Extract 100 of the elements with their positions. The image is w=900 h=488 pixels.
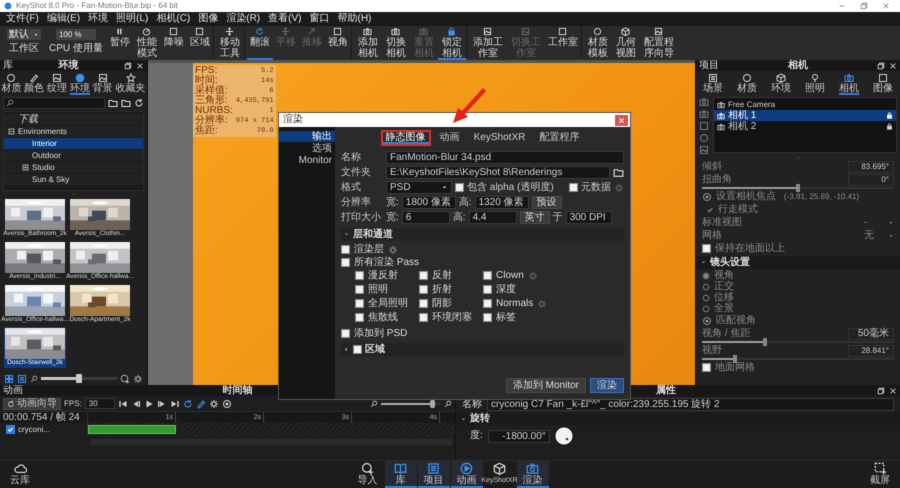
checkbox[interactable]	[483, 299, 492, 308]
checkbox[interactable]	[355, 313, 364, 322]
nav-item[interactable]: 输出	[279, 131, 335, 142]
dock-button[interactable]: 导入	[352, 461, 384, 488]
dock-button[interactable]: 动画	[450, 461, 482, 488]
degree-field[interactable]: -1800.00°	[488, 430, 550, 442]
radio-button[interactable]	[702, 282, 710, 290]
wizard-button[interactable]: 动画向导	[3, 398, 61, 410]
tab[interactable]: 环境	[70, 71, 90, 95]
list-icon[interactable]	[17, 374, 27, 384]
tab[interactable]: 收藏夹	[116, 71, 146, 95]
tab[interactable]: 场景	[703, 71, 723, 95]
format-dropdown[interactable]: PSD	[386, 181, 452, 194]
tab[interactable]: 配置程序	[534, 130, 584, 146]
checkbox[interactable]	[569, 183, 578, 192]
slider-thumb[interactable]	[430, 400, 435, 408]
toolbar-button[interactable]: 材质模板	[584, 26, 612, 60]
tab[interactable]: 相机	[839, 71, 859, 95]
list-item[interactable]: 相机 2	[714, 121, 896, 132]
list-item[interactable]: Free Camera	[714, 99, 896, 110]
restore-icon[interactable]	[124, 62, 132, 70]
settings-icon[interactable]	[133, 374, 143, 384]
menu-item[interactable]: 帮助(H)	[337, 12, 372, 24]
checkbox[interactable]	[355, 299, 364, 308]
height-field[interactable]: 4.4	[468, 211, 517, 224]
slider-thumb[interactable]	[763, 338, 768, 346]
toolbar-button[interactable]: 配置程序向导	[640, 26, 678, 60]
checkbox[interactable]	[353, 345, 362, 354]
checkbox[interactable]	[6, 425, 15, 434]
tab[interactable]: 静态图像	[380, 130, 431, 146]
slider-track[interactable]	[41, 377, 117, 380]
checkbox[interactable]	[483, 285, 492, 294]
toolbar-button[interactable]: 切换相机	[382, 26, 410, 60]
caret-right-icon[interactable]	[343, 346, 350, 353]
toolbar-button[interactable]: 几何视图	[612, 26, 640, 60]
target-icon[interactable]	[702, 192, 712, 202]
workspace-dropdown[interactable]: 默认	[7, 29, 41, 40]
height-field[interactable]: 1320 像素	[474, 196, 529, 209]
checkbox[interactable]	[702, 244, 711, 253]
settings-icon[interactable]	[208, 398, 219, 408]
checkbox[interactable]	[419, 313, 428, 322]
section-header[interactable]: 层和通道	[341, 228, 624, 241]
dock-button[interactable]: 截屏	[860, 461, 900, 488]
checkbox[interactable]	[341, 245, 350, 254]
checkbox[interactable]	[419, 271, 428, 280]
tab[interactable]: 照明	[805, 71, 825, 95]
checkbox[interactable]	[702, 363, 711, 372]
menu-item[interactable]: 编辑(E)	[46, 12, 80, 24]
dropdown[interactable]: 无	[864, 230, 894, 242]
checkbox[interactable]	[355, 285, 364, 294]
tab[interactable]: 材质	[737, 71, 757, 95]
menu-item[interactable]: 渲染(R)	[226, 12, 260, 24]
tree-item[interactable]: Outdoor	[4, 150, 143, 161]
preset-button[interactable]: 预设	[532, 196, 562, 209]
dock-button[interactable]: 云库	[0, 461, 40, 488]
width-field[interactable]: 1800 像素	[402, 196, 456, 209]
list-item[interactable]: 相机 1	[714, 110, 896, 121]
toolbar-button[interactable]: 性能模式	[132, 26, 161, 60]
tree-item[interactable]: Sun & Sky	[4, 174, 143, 185]
dpi-field[interactable]: 300 DPI	[566, 211, 612, 224]
square-icon[interactable]	[699, 121, 709, 131]
checkbox[interactable]	[483, 313, 492, 322]
slider-thumb[interactable]	[732, 355, 737, 363]
menu-item[interactable]: 相机(C)	[156, 12, 190, 24]
folder-field[interactable]: E:\KeyshotFiles\KeyShot 8\Renderings	[386, 166, 610, 179]
checkbox[interactable]	[341, 258, 350, 267]
name-field[interactable]: FanMotion-Blur 34.psd	[386, 151, 624, 164]
first-frame-icon[interactable]	[118, 398, 128, 408]
folder-icon[interactable]	[613, 167, 624, 178]
checkbox[interactable]	[483, 271, 492, 280]
search-field[interactable]	[3, 97, 105, 109]
tab[interactable]: 背景	[92, 71, 113, 95]
slider-thumb[interactable]	[76, 374, 82, 383]
radio-button[interactable]	[702, 272, 710, 280]
add-icon[interactable]	[120, 374, 130, 384]
target-icon[interactable]	[702, 316, 712, 326]
menu-item[interactable]: 文件(F)	[6, 12, 39, 24]
dialog-button[interactable]: 渲染	[590, 378, 624, 393]
loop-icon[interactable]	[182, 398, 193, 408]
tree-item[interactable]: Studio	[4, 162, 143, 173]
name-field[interactable]: cryconig C7 Fan _k-£l"^"_ color:239.255.195 旋转 2	[487, 398, 894, 411]
cpu-usage-field[interactable]: 100 %	[56, 29, 96, 40]
toolbar-button[interactable]: 暂停	[106, 26, 133, 60]
fps-field[interactable]: 30	[84, 398, 115, 409]
dock-button[interactable]: 渲染	[516, 461, 548, 488]
last-frame-icon[interactable]	[170, 398, 180, 408]
checkbox[interactable]	[419, 285, 428, 294]
tab[interactable]: 纹理	[47, 71, 68, 95]
menu-item[interactable]: 窗口	[309, 12, 330, 24]
camera-icon[interactable]	[699, 97, 709, 107]
restore-icon[interactable]	[877, 386, 885, 394]
next-frame-icon[interactable]	[156, 398, 167, 408]
menu-item[interactable]: 环境	[88, 12, 108, 24]
target-icon[interactable]	[222, 398, 232, 408]
toolbar-button[interactable]: 降噪	[160, 26, 187, 60]
dialog-button[interactable]: 添加到 Monitor	[506, 378, 586, 393]
radio-button[interactable]	[702, 304, 710, 312]
camera-icon[interactable]	[699, 109, 709, 119]
section-header[interactable]: 旋转	[456, 413, 900, 425]
close-button[interactable]	[615, 114, 628, 126]
